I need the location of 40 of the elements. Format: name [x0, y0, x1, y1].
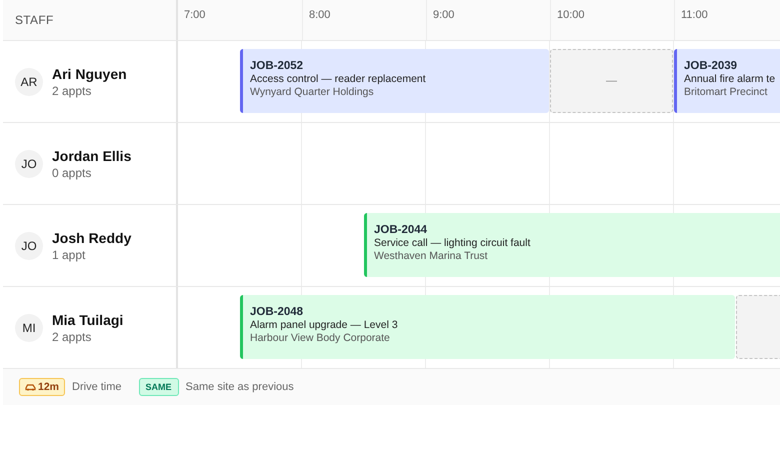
job-id: JOB-2039: [684, 60, 738, 72]
job-title: Service call — lighting circuit fault: [374, 237, 532, 249]
job-id: JOB-2052: [250, 60, 304, 72]
appointment-count: 2 appts: [52, 330, 92, 344]
job-id: JOB-2044: [374, 224, 428, 236]
staff-name: Mia Tuilagi: [52, 312, 124, 328]
legend-label: Drive time: [72, 381, 122, 393]
client-name: Britomart Precinct: [684, 86, 768, 98]
column-header: STAFF: [15, 13, 54, 27]
staff-name: Josh Reddy: [52, 230, 132, 246]
job-card[interactable]: JOB-2044 Service call — lighting circuit fault Westhaven Marina Trust: [364, 213, 780, 277]
client-name: Harbour View Body Corporate: [250, 332, 391, 344]
avatar: JO: [15, 232, 43, 260]
hour-label: 7:00: [184, 9, 206, 21]
hour-label: 11:00: [681, 9, 708, 21]
job-title: Annual fire alarm te: [684, 73, 776, 85]
job-title: Alarm panel upgrade — Level 3: [250, 319, 399, 331]
hour-label: 10:00: [557, 9, 585, 21]
hour-label: 9:00: [433, 9, 454, 21]
job-card[interactable]: JOB-2048 Alarm panel upgrade — Level 3 Harbour View Body Corporate: [240, 295, 735, 359]
drive-time-badge: 12m: [19, 378, 66, 396]
job-card[interactable]: JOB-2039 Annual fire alarm te Britomart Precinct: [674, 49, 780, 113]
appointment-count: 2 appts: [52, 84, 92, 98]
staff-name: Ari Nguyen: [52, 66, 127, 82]
avatar: JO: [15, 150, 43, 178]
job-title: Access control — reader replacement: [250, 73, 427, 85]
avatar: AR: [15, 68, 43, 96]
appointment-count: 0 appts: [52, 166, 92, 180]
legend-label: Same site as previous: [186, 381, 294, 393]
appointment-count: 1 appt: [52, 248, 86, 262]
hour-label: 8:00: [309, 9, 330, 21]
client-name: Westhaven Marina Trust: [374, 250, 489, 262]
client-name: Wynyard Quarter Holdings: [250, 86, 375, 98]
job-id: JOB-2048: [250, 306, 304, 318]
job-card[interactable]: JOB-2052 Access control — reader replacement Wynyard Quarter Holdings: [240, 49, 549, 113]
avatar: MI: [15, 314, 43, 342]
same-site-badge: SAME: [138, 378, 179, 396]
car-icon: [25, 383, 36, 391]
staff-name: Jordan Ellis: [52, 148, 132, 164]
empty-slot-label: —: [606, 75, 617, 87]
